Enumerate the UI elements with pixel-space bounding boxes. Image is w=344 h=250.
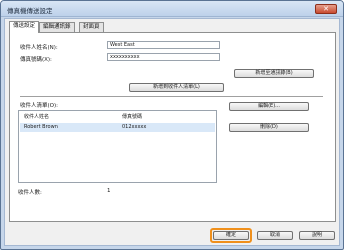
table-row[interactable]: Robert Brown 012xxxxx (20, 123, 215, 132)
column-header-fax[interactable]: 傳真號碼 (122, 113, 142, 120)
ok-button[interactable]: 確定 (213, 231, 249, 240)
column-header-name[interactable]: 收件人姓名 (24, 113, 49, 120)
row-fax-number: 012xxxxx (122, 124, 147, 130)
recipient-list[interactable]: 收件人姓名 傳真號碼 Robert Brown 012xxxxx (18, 110, 217, 183)
window-title: 傳真機傳送設定 (7, 7, 53, 15)
fax-number-input[interactable]: xxxxxxxxxx (107, 53, 220, 61)
add-to-recipient-list-button[interactable]: 新增到收件人清單(L) (129, 83, 224, 92)
recipient-name-label: 收件人姓名(N): (20, 45, 58, 51)
recipient-name-input[interactable]: West East (107, 41, 220, 49)
fax-send-settings-window: 傳真機傳送設定 ✕ 傳送設定 編輯通訊錄 封面頁 收件人姓名(N): West … (0, 0, 344, 250)
tab-send-settings[interactable]: 傳送設定 (9, 21, 40, 33)
divider (20, 96, 323, 97)
row-recipient-name: Robert Brown (24, 124, 58, 130)
tab-edit-address-book[interactable]: 編輯通訊錄 (39, 22, 75, 32)
recipient-count-label: 收件人數: (18, 190, 42, 196)
edit-recipient-button[interactable]: 編輯(E)... (229, 102, 309, 111)
dialog-body: 傳送設定 編輯通訊錄 封面頁 收件人姓名(N): West East 傳真號碼(… (4, 18, 340, 246)
fax-number-label: 傳真號碼(X): (20, 57, 52, 63)
delete-recipient-button[interactable]: 刪除(D) (229, 123, 309, 132)
close-button[interactable]: ✕ (315, 4, 337, 14)
recipient-list-label: 收件人清單(O): (20, 103, 58, 109)
recipient-count-value: 1 (107, 188, 111, 194)
add-from-address-book-button[interactable]: 新增至通訊錄(B) (234, 69, 314, 78)
title-bar: 傳真機傳送設定 ✕ (1, 1, 343, 17)
help-button[interactable]: 說明 (299, 231, 335, 240)
cancel-button[interactable]: 取消 (257, 231, 293, 240)
tab-cover-page[interactable]: 封面頁 (79, 22, 104, 32)
close-icon: ✕ (323, 5, 329, 13)
